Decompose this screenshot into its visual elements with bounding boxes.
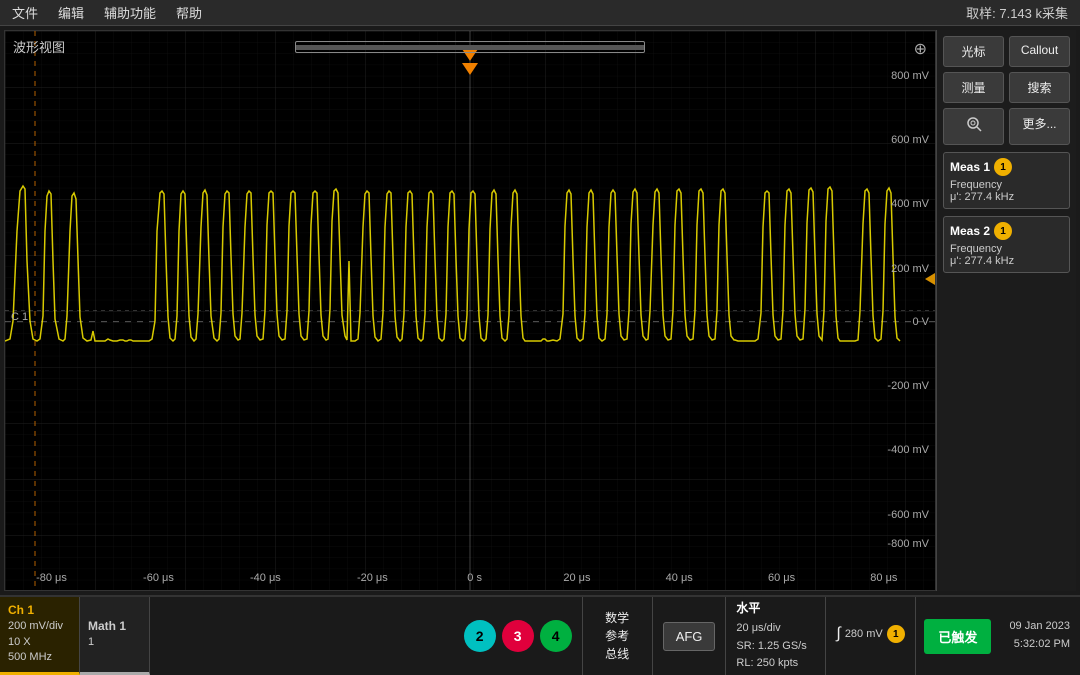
math1-value: 1 <box>88 635 141 650</box>
meas2-title: Meas 2 1 <box>950 222 1063 240</box>
top-menu-bar: 文件 编辑 辅助功能 帮助 取样: 7.143 k采集 <box>0 0 1080 26</box>
meas1-param: Frequency <box>950 179 1063 191</box>
afg-button[interactable]: AFG <box>663 622 716 651</box>
bottom-spacer <box>150 597 454 675</box>
zoom-icon <box>965 115 983 133</box>
ch1-label: Ch 1 <box>8 603 71 617</box>
ch1-div: 200 mV/div <box>8 619 71 634</box>
meas1-ch-dot: 1 <box>994 158 1012 176</box>
triggered-button[interactable]: 已触发 <box>924 619 991 654</box>
time-label-n20: -20 μs <box>357 572 388 584</box>
meas2-param: Frequency <box>950 243 1063 255</box>
magnifier-icon[interactable]: ⊕ <box>914 39 927 59</box>
math-ref-bus-section[interactable]: 数学 参考 总线 <box>583 597 653 675</box>
ch3-button[interactable]: 3 <box>502 620 534 652</box>
ch1-probe: 10 X <box>8 635 71 650</box>
meas1-title: Meas 1 1 <box>950 158 1063 176</box>
menu-items: 文件 编辑 辅助功能 帮助 <box>12 3 202 22</box>
cursor-callout-row: 光标 Callout <box>943 36 1070 67</box>
menu-edit[interactable]: 编辑 <box>58 3 84 22</box>
bottom-bar: Ch 1 200 mV/div 10 X 500 MHz Math 1 1 2 … <box>0 595 1080 675</box>
trigger-ch-dot: 1 <box>887 625 905 643</box>
callout-button[interactable]: Callout <box>1009 36 1070 67</box>
voltage-label-n200: -200 mV <box>887 380 929 392</box>
horizontal-sr: SR: 1.25 GS/s <box>736 638 815 656</box>
voltage-label-n800: -800 mV <box>887 538 929 550</box>
time-label-n80: -80 μs <box>36 572 67 584</box>
trigger-icon: ∫ <box>836 625 840 643</box>
ch4-button[interactable]: 4 <box>540 620 572 652</box>
voltage-label-200: 200 mV <box>891 263 929 275</box>
waveform-canvas <box>5 31 935 590</box>
more-button[interactable]: 更多... <box>1009 108 1070 145</box>
voltage-label-n600: -600 mV <box>887 509 929 521</box>
waveform-label: 波形视图 <box>13 37 65 56</box>
time-label-n60: -60 μs <box>143 572 174 584</box>
horizontal-div: 20 μs/div <box>736 620 815 638</box>
time-display: 5:32:02 PM <box>1014 636 1070 654</box>
menu-help[interactable]: 帮助 <box>176 3 202 22</box>
right-panel: 光标 Callout 测量 搜索 更多... Meas 1 1 Frequen <box>936 30 1076 591</box>
menu-file[interactable]: 文件 <box>12 3 38 22</box>
menu-tools[interactable]: 辅助功能 <box>104 3 156 22</box>
horizontal-title: 水平 <box>736 599 815 618</box>
meas2-value: μ': 277.4 kHz <box>950 255 1063 267</box>
time-label-p40: 40 μs <box>666 572 693 584</box>
main-layout: 波形视图 <box>0 26 1080 595</box>
datetime-block: 09 Jan 2023 5:32:02 PM <box>999 597 1080 675</box>
triggered-container: 已触发 <box>916 597 999 675</box>
meas1-value: μ': 277.4 kHz <box>950 191 1063 203</box>
channel-num-buttons: 2 3 4 <box>454 597 583 675</box>
meas2-box: Meas 2 1 Frequency μ': 277.4 kHz <box>943 216 1070 273</box>
trigger-value: 280 mV <box>845 628 883 640</box>
voltage-label-600: 600 mV <box>891 134 929 146</box>
voltage-label-400: 400 mV <box>891 198 929 210</box>
scroll-indicator[interactable] <box>295 41 645 53</box>
meas2-label: Meas 2 <box>950 224 990 238</box>
measure-search-row: 测量 搜索 <box>943 72 1070 103</box>
time-label-n40: -40 μs <box>250 572 281 584</box>
zoom-more-row: 更多... <box>943 108 1070 145</box>
c1-channel-marker: C 1 <box>11 311 28 323</box>
meas1-box: Meas 1 1 Frequency μ': 277.4 kHz <box>943 152 1070 209</box>
time-label-0: 0 s <box>467 572 482 584</box>
math-ref-bus-label: 数学 参考 总线 <box>605 609 629 663</box>
math1-block[interactable]: Math 1 1 <box>80 597 150 675</box>
time-label-p20: 20 μs <box>563 572 590 584</box>
ch1-bandwidth: 500 MHz <box>8 650 71 665</box>
search-button[interactable]: 搜索 <box>1009 72 1070 103</box>
voltage-label-0: 0 V <box>912 316 929 328</box>
time-label-p60: 60 μs <box>768 572 795 584</box>
afg-section: AFG <box>653 597 727 675</box>
voltage-label-800: 800 mV <box>891 70 929 82</box>
ch1-block[interactable]: Ch 1 200 mV/div 10 X 500 MHz <box>0 597 80 675</box>
ch2-button[interactable]: 2 <box>464 620 496 652</box>
meas2-ch-dot: 1 <box>994 222 1012 240</box>
measure-button[interactable]: 测量 <box>943 72 1004 103</box>
date-display: 09 Jan 2023 <box>1009 618 1070 636</box>
math1-label: Math 1 <box>88 619 141 633</box>
voltage-label-n400: -400 mV <box>887 444 929 456</box>
sample-info: 取样: 7.143 k采集 <box>966 3 1068 22</box>
waveform-area: 波形视图 <box>4 30 936 591</box>
horizontal-section: 水平 20 μs/div SR: 1.25 GS/s RL: 250 kpts <box>726 597 826 675</box>
horizontal-rl: RL: 250 kpts <box>736 655 815 673</box>
trigger-section: ∫ 280 mV 1 <box>826 597 916 675</box>
zoom-button[interactable] <box>943 108 1004 145</box>
cursor-button[interactable]: 光标 <box>943 36 1004 67</box>
time-label-p80: 80 μs <box>870 572 897 584</box>
meas1-label: Meas 1 <box>950 160 990 174</box>
